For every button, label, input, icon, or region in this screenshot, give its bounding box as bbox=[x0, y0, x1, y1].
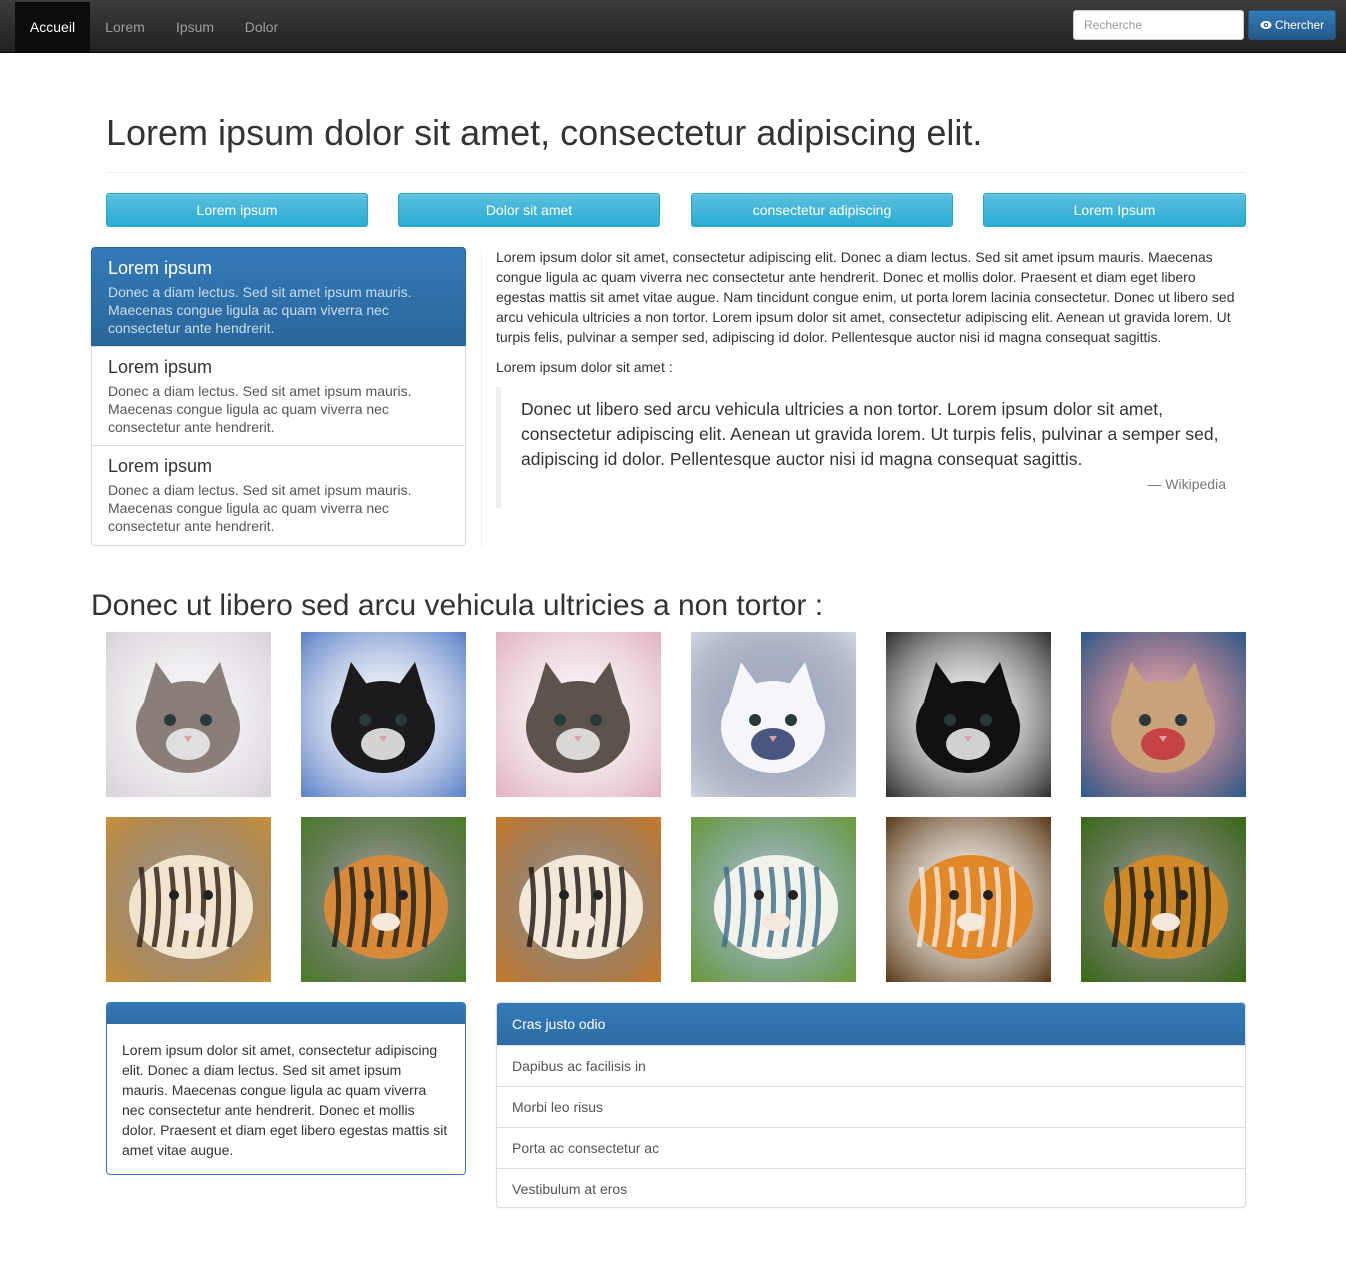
page-title: Lorem ipsum dolor sit amet, consectetur … bbox=[106, 112, 983, 153]
tiger-photo-1[interactable] bbox=[106, 817, 271, 982]
tiger-image bbox=[691, 817, 856, 982]
eye-icon bbox=[1260, 21, 1272, 29]
list-panel-item[interactable]: Vestibulum at eros bbox=[497, 1168, 1245, 1207]
quote-intro: Lorem ipsum dolor sit amet : bbox=[496, 359, 673, 375]
nav-item-dolor[interactable]: Dolor bbox=[230, 2, 293, 52]
list-panel-item[interactable]: Porta ac consectetur ac bbox=[497, 1127, 1245, 1168]
list-panel-item[interactable]: Dapibus ac facilisis in bbox=[497, 1045, 1245, 1086]
quote-source: — Wikipedia bbox=[1147, 476, 1226, 492]
intro-paragraph: Lorem ipsum dolor sit amet, consectetur … bbox=[496, 249, 1235, 345]
list-group-item[interactable]: Lorem ipsum Donec a diam lectus. Sed sit… bbox=[91, 346, 466, 446]
search-button-label: Chercher bbox=[1274, 18, 1325, 32]
kitten-image bbox=[691, 632, 856, 797]
tiger-photo-4[interactable] bbox=[691, 817, 856, 982]
list-item-heading: Lorem ipsum bbox=[108, 258, 213, 278]
tiger-image bbox=[496, 817, 661, 982]
tiger-photo-2[interactable] bbox=[301, 817, 466, 982]
nav-item-lorem[interactable]: Lorem bbox=[90, 2, 160, 52]
list-panel: Cras justo odio Dapibus ac facilisis in … bbox=[496, 1002, 1246, 1208]
kitten-photo-5[interactable] bbox=[886, 632, 1051, 797]
kitten-image bbox=[106, 632, 271, 797]
list-item-heading: Lorem ipsum bbox=[108, 456, 213, 476]
tiger-image bbox=[1081, 817, 1246, 982]
kitten-image bbox=[496, 632, 661, 797]
list-group: Lorem ipsum Donec a diam lectus. Sed sit… bbox=[91, 247, 466, 546]
tiger-photo-6[interactable] bbox=[1081, 817, 1246, 982]
list-panel-item[interactable]: Morbi leo risus bbox=[497, 1086, 1245, 1127]
navbar: Accueil Lorem Ipsum Dolor Chercher bbox=[0, 0, 1346, 53]
button-lorem-ipsum[interactable]: Lorem ipsum bbox=[106, 193, 368, 227]
kitten-photo-1[interactable] bbox=[106, 632, 271, 797]
list-item-heading: Lorem ipsum bbox=[108, 357, 213, 377]
search-input[interactable] bbox=[1073, 10, 1244, 40]
tiger-image bbox=[106, 817, 271, 982]
list-panel-heading: Cras justo odio bbox=[497, 1003, 1245, 1045]
search-button[interactable]: Chercher bbox=[1248, 10, 1336, 40]
nav-item-ipsum[interactable]: Ipsum bbox=[160, 2, 230, 52]
list-group-item[interactable]: Lorem ipsum Donec a diam lectus. Sed sit… bbox=[91, 445, 466, 546]
button-dolor-sit-amet[interactable]: Dolor sit amet bbox=[398, 193, 660, 227]
kitten-image bbox=[301, 632, 466, 797]
list-item-text: Donec a diam lectus. Sed sit amet ipsum … bbox=[108, 284, 412, 336]
kitten-photo-4[interactable] bbox=[691, 632, 856, 797]
kitten-image bbox=[886, 632, 1051, 797]
kitten-image bbox=[1081, 632, 1246, 797]
tiger-photo-3[interactable] bbox=[496, 817, 661, 982]
kitten-photo-3[interactable] bbox=[496, 632, 661, 797]
button-lorem-ipsum-2[interactable]: Lorem Ipsum bbox=[983, 193, 1246, 227]
nav-item-accueil[interactable]: Accueil bbox=[15, 2, 90, 52]
list-group-item-active[interactable]: Lorem ipsum Donec a diam lectus. Sed sit… bbox=[91, 247, 466, 347]
tiger-image bbox=[301, 817, 466, 982]
list-group-shadow bbox=[466, 247, 482, 549]
kitten-photo-2[interactable] bbox=[301, 632, 466, 797]
kitten-photo-6[interactable] bbox=[1081, 632, 1246, 797]
header-divider bbox=[106, 172, 1246, 173]
tiger-photo-5[interactable] bbox=[886, 817, 1051, 982]
panel-body: Lorem ipsum dolor sit amet, consectetur … bbox=[122, 1042, 448, 1158]
panel-heading bbox=[107, 1003, 465, 1024]
tiger-image bbox=[886, 817, 1051, 982]
blockquote: Donec ut libero sed arcu vehicula ultric… bbox=[496, 387, 1246, 508]
list-item-text: Donec a diam lectus. Sed sit amet ipsum … bbox=[108, 482, 412, 534]
gallery-title: Donec ut libero sed arcu vehicula ultric… bbox=[91, 589, 824, 622]
list-item-text: Donec a diam lectus. Sed sit amet ipsum … bbox=[108, 383, 412, 435]
quote-text: Donec ut libero sed arcu vehicula ultric… bbox=[521, 399, 1219, 469]
info-panel: Lorem ipsum dolor sit amet, consectetur … bbox=[106, 1002, 466, 1175]
button-consectetur-adipiscing[interactable]: consectetur adipiscing bbox=[691, 193, 953, 227]
